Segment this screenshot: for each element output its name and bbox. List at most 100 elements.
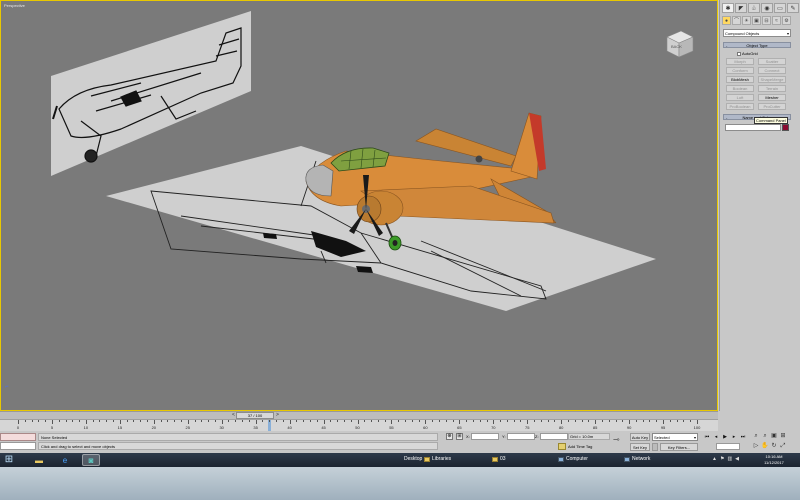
- cameras-icon[interactable]: ▣: [752, 16, 761, 25]
- autogrid-checkbox-box[interactable]: [737, 51, 741, 56]
- network-tray-icon[interactable]: ▥: [727, 456, 732, 462]
- orbit-icon[interactable]: ↻: [770, 442, 778, 450]
- start-button-icon[interactable]: ⊞: [2, 454, 16, 466]
- add-time-tag[interactable]: Add Time Tag: [558, 443, 592, 450]
- show-hidden-icons-icon[interactable]: ▲: [712, 456, 717, 462]
- flag-icon[interactable]: ⚑: [720, 456, 724, 462]
- lights-icon[interactable]: ☀: [742, 16, 751, 25]
- 3dsmax-taskbar-icon[interactable]: ◙: [82, 454, 100, 466]
- timeline-tick: [432, 420, 434, 422]
- zoom-icon[interactable]: ⌕: [752, 432, 760, 440]
- internet-explorer-icon[interactable]: e: [56, 454, 74, 466]
- key-filters-button[interactable]: Key Filters...: [660, 443, 698, 451]
- maxscript-listener-mini[interactable]: [0, 433, 36, 441]
- shapes-icon[interactable]: ⌒: [732, 16, 741, 25]
- next-key-icon[interactable]: ▸: [730, 434, 738, 441]
- object-type-rollout[interactable]: - Object Type: [723, 42, 791, 48]
- timeline-tick: [663, 420, 665, 424]
- desktop-background: [0, 467, 800, 500]
- object-category-dropdown[interactable]: Compound Objects ▾: [723, 29, 791, 37]
- track-bar[interactable]: 0 5 10 15 20 25 30 35 40 45 50 55 60 65 70 75 80 85 90 95 10…: [0, 419, 718, 431]
- object-color-swatch[interactable]: [782, 124, 789, 131]
- maximize-viewport-icon[interactable]: ⤢: [779, 442, 787, 450]
- mesher-button[interactable]: Mesher: [758, 94, 786, 101]
- timeline-tick: [377, 420, 379, 422]
- prev-key-icon[interactable]: ◂: [712, 434, 720, 441]
- morph-button[interactable]: Morph: [726, 58, 754, 65]
- z-coord-field[interactable]: [540, 433, 568, 440]
- auto-key-button[interactable]: Auto Key: [630, 433, 650, 441]
- utilities-tab-icon[interactable]: ✎: [787, 3, 799, 13]
- create-tab-icon[interactable]: ✱: [722, 3, 734, 13]
- viewcube[interactable]: BACK: [661, 27, 695, 61]
- timeline-tick-label: 5: [50, 425, 54, 430]
- timeline-tick-label: 55: [389, 425, 394, 430]
- timeline-tick: [445, 420, 447, 422]
- explorer-taskbar-icon[interactable]: ▬: [30, 454, 48, 466]
- desktop-toolbar[interactable]: Desktop: [404, 456, 422, 462]
- time-slider-thumb[interactable]: 37 / 100: [236, 412, 274, 419]
- prev-frame-icon[interactable]: <: [232, 412, 235, 418]
- timeline-tick: [405, 420, 407, 422]
- spacewarps-icon[interactable]: ≈: [772, 16, 781, 25]
- pan-icon[interactable]: ✋: [761, 442, 769, 450]
- motion-tab-icon[interactable]: ◉: [761, 3, 773, 13]
- timeline-tick: [133, 420, 135, 422]
- geometry-icon[interactable]: ●: [722, 16, 731, 25]
- procutter-button[interactable]: ProCutter: [758, 103, 786, 110]
- zoom-extents-icon[interactable]: ▣: [770, 432, 778, 440]
- next-frame-icon[interactable]: >: [276, 412, 279, 418]
- libraries-link[interactable]: Libraries: [424, 456, 451, 462]
- absolute-mode-icon[interactable]: ⊞: [456, 433, 463, 440]
- hierarchy-tab-icon[interactable]: ♧: [748, 3, 760, 13]
- loft-button[interactable]: Loft: [726, 94, 754, 101]
- terrain-button[interactable]: Terrain: [758, 85, 786, 92]
- goto-start-icon[interactable]: ⏮: [703, 434, 711, 441]
- perspective-viewport[interactable]: Perspective BACK ⌐: [0, 0, 718, 411]
- key-icon[interactable]: ⊸: [613, 435, 620, 444]
- zoom-all-icon[interactable]: ⌕: [761, 432, 769, 440]
- network-link[interactable]: Network: [624, 456, 650, 462]
- goto-end-icon[interactable]: ⏭: [739, 434, 747, 441]
- conform-button[interactable]: Conform: [726, 67, 754, 74]
- current-frame-field[interactable]: [716, 443, 740, 450]
- connect-button[interactable]: Connect: [758, 67, 786, 74]
- time-slider[interactable]: < 37 / 100 >: [0, 411, 718, 419]
- field-of-view-icon[interactable]: ▷: [752, 442, 760, 450]
- maxscript-input-mini[interactable]: [0, 442, 36, 450]
- timeline-tick: [452, 420, 454, 422]
- systems-icon[interactable]: ⚙: [782, 16, 791, 25]
- set-key-icon[interactable]: [652, 443, 658, 451]
- set-key-button[interactable]: Set Key: [630, 443, 650, 451]
- timeline-tick: [642, 420, 644, 422]
- timeline-tick: [187, 420, 189, 424]
- modify-tab-icon[interactable]: ◤: [735, 3, 747, 13]
- x-coord-field[interactable]: [471, 433, 499, 440]
- helpers-icon[interactable]: ⊟: [762, 16, 771, 25]
- timeline-tick-label: 20: [151, 425, 157, 430]
- shapemerge-button[interactable]: ShapeMerge: [758, 76, 786, 83]
- boolean-button[interactable]: Boolean: [726, 85, 754, 92]
- timeline-tick: [72, 420, 74, 422]
- computer-link[interactable]: Computer: [558, 456, 588, 462]
- volume-icon[interactable]: ◀: [735, 456, 739, 462]
- timeline-tick: [697, 420, 698, 424]
- timeline-tick: [601, 420, 603, 422]
- timeline-tick: [669, 420, 671, 422]
- folder-03-link[interactable]: 03: [492, 456, 506, 462]
- object-name-field[interactable]: [725, 124, 781, 131]
- lock-selection-icon[interactable]: ⊕: [446, 433, 453, 440]
- blobmesh-button[interactable]: BlobMesh: [726, 76, 754, 83]
- autogrid-checkbox[interactable]: AutoGrid: [737, 51, 758, 56]
- timeline-tick: [140, 420, 142, 422]
- play-icon[interactable]: ▶: [721, 434, 729, 441]
- timeline-tick: [51, 420, 53, 424]
- proboolean-button[interactable]: ProBoolean: [726, 103, 754, 110]
- timeline-tick: [690, 420, 692, 422]
- system-clock[interactable]: 10:16 AM 11/12/2017: [754, 454, 794, 466]
- display-tab-icon[interactable]: ▭: [774, 3, 786, 13]
- zoom-extents-all-icon[interactable]: ⊞: [779, 432, 787, 440]
- key-mode-dropdown[interactable]: Selected ▾: [652, 433, 698, 441]
- scatter-button[interactable]: Scatter: [758, 58, 786, 65]
- y-coord-field[interactable]: [507, 433, 535, 440]
